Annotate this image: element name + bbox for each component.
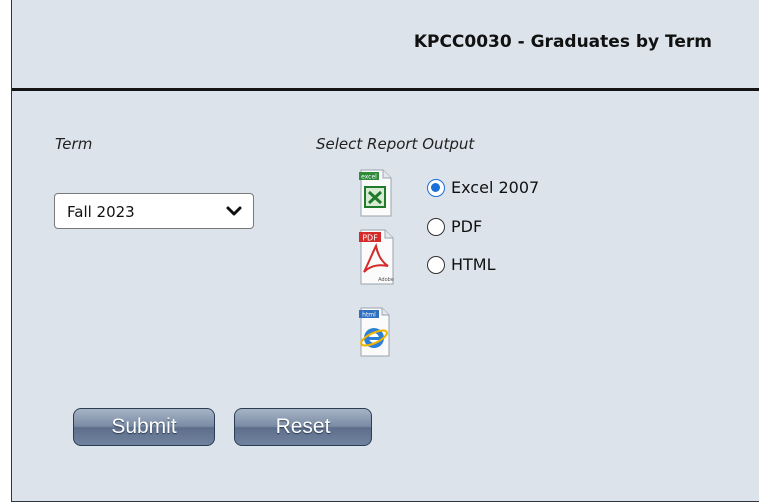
report-panel: KPCC0030 - Graduates by Term Term Fall 2…: [11, 0, 759, 502]
pdf-caption-text: Adobe: [378, 277, 394, 283]
header-divider: [12, 88, 759, 91]
html-radio[interactable]: [427, 255, 445, 274]
term-select[interactable]: Fall 2023: [54, 193, 254, 229]
excel-radio-label[interactable]: Excel 2007: [451, 178, 539, 197]
page-title: KPCC0030 - Graduates by Term: [413, 32, 712, 52]
submit-button[interactable]: Submit: [73, 408, 215, 446]
term-select-value: Fall 2023: [67, 203, 135, 221]
html-badge-text: html: [362, 312, 376, 319]
pdf-file-icon: PDF Adobe: [359, 229, 394, 285]
radio-option-html[interactable]: HTML: [427, 255, 496, 274]
pdf-radio-label[interactable]: PDF: [451, 217, 482, 236]
pdf-radio[interactable]: [427, 217, 445, 236]
html-file-icon: html: [359, 307, 390, 357]
reset-button[interactable]: Reset: [234, 408, 372, 446]
term-label: Term: [55, 135, 93, 153]
output-label: Select Report Output: [316, 135, 475, 153]
excel-badge-text: excel: [361, 174, 377, 181]
html-radio-label[interactable]: HTML: [451, 255, 496, 274]
excel-radio[interactable]: [427, 178, 445, 197]
excel-file-icon: excel: [359, 169, 392, 217]
pdf-badge-text: PDF: [362, 234, 378, 243]
radio-option-pdf[interactable]: PDF: [427, 217, 482, 236]
chevron-down-icon: [226, 206, 242, 216]
radio-option-excel[interactable]: Excel 2007: [427, 178, 539, 197]
